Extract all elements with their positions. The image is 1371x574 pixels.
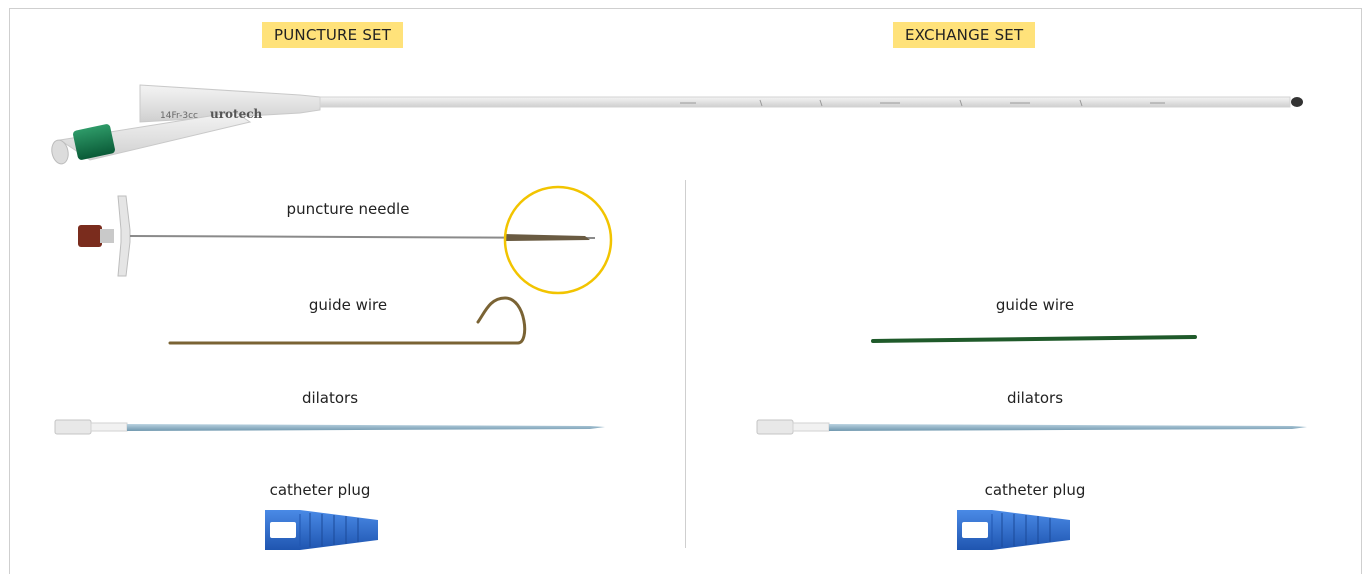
exchange-guide-wire-image — [871, 335, 1197, 343]
product-illustrations: 14Fr-3cc urotech — [51, 84, 1307, 550]
label-puncture-dilators: dilators — [301, 389, 359, 407]
puncture-dilator-image — [54, 419, 605, 435]
exchange-dilator-image — [756, 419, 1307, 435]
catheter-size-text: 14Fr-3cc — [160, 111, 198, 121]
label-exchange-dilators: dilators — [1006, 389, 1064, 407]
exchange-catheter-plug-image — [957, 510, 1070, 550]
puncture-catheter-plug-image — [265, 510, 378, 550]
label-puncture-guide-wire: guide wire — [308, 296, 388, 314]
foley-catheter — [51, 84, 1303, 165]
label-exchange-guide-wire: guide wire — [995, 296, 1075, 314]
label-puncture-catheter-plug: catheter plug — [269, 481, 371, 499]
catheter-brand-text: urotech — [210, 107, 263, 121]
label-puncture-needle: puncture needle — [286, 200, 410, 218]
label-exchange-catheter-plug: catheter plug — [984, 481, 1086, 499]
